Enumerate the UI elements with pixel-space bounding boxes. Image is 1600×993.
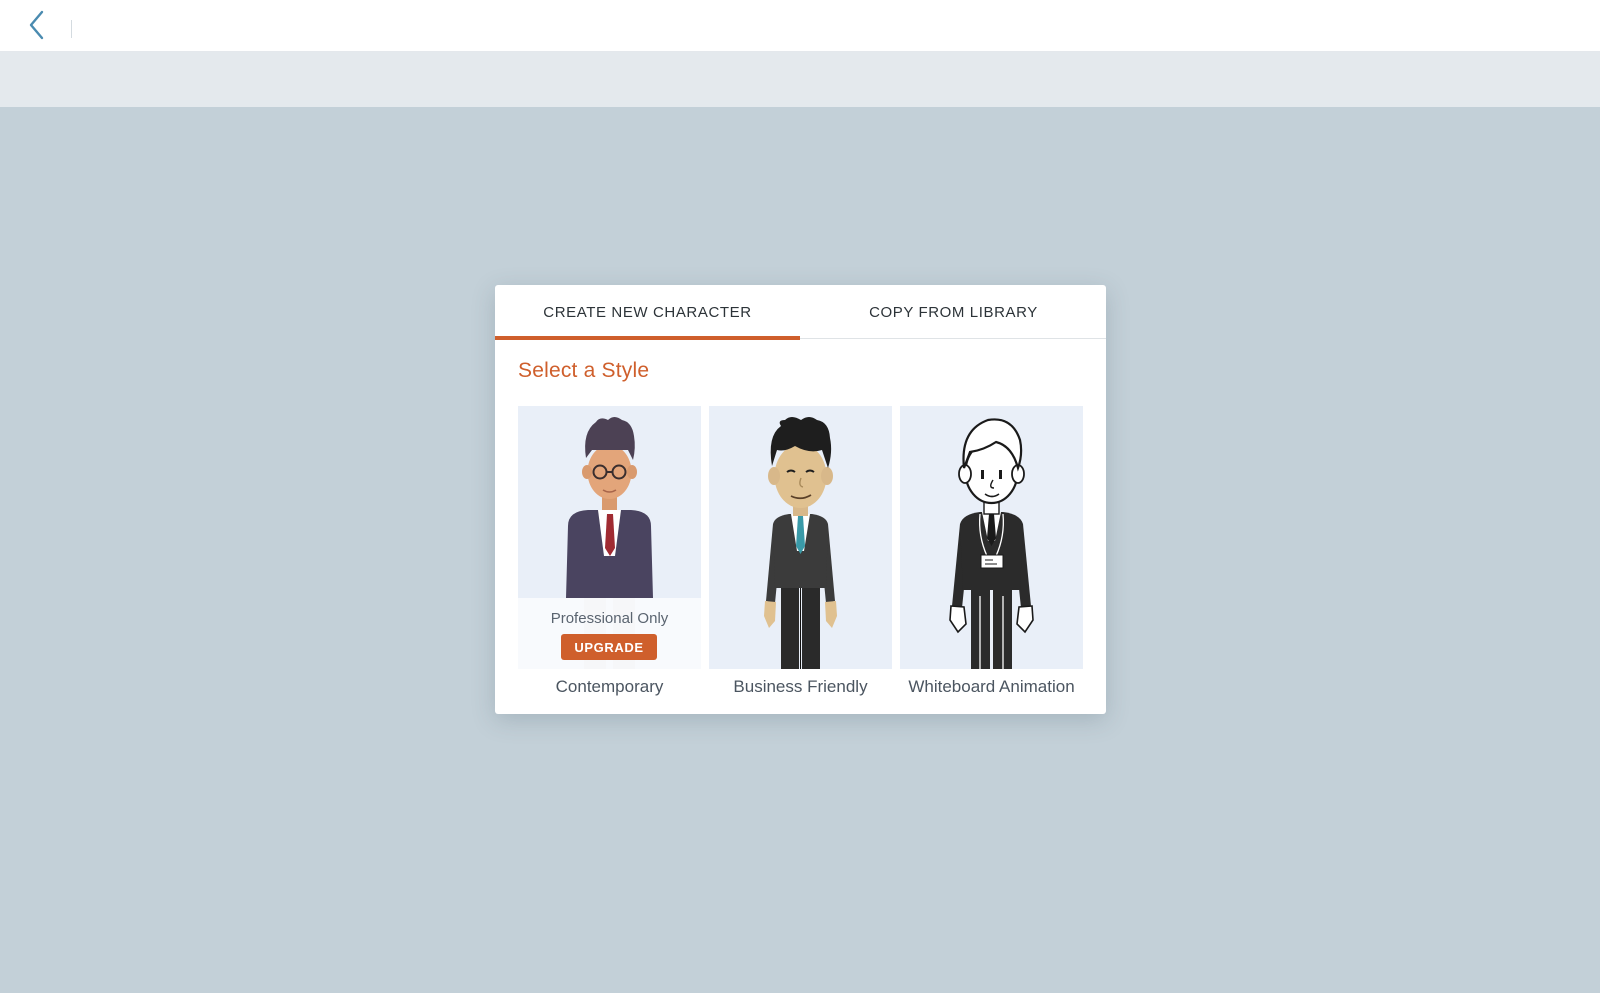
style-label-whiteboard-animation: Whiteboard Animation: [908, 677, 1075, 696]
tab-copy-from-library[interactable]: COPY FROM LIBRARY: [801, 285, 1106, 339]
professional-only-text: Professional Only: [550, 610, 669, 627]
style-card-whiteboard-animation[interactable]: [900, 406, 1083, 669]
tab-create-new-character[interactable]: CREATE NEW CHARACTER: [495, 285, 800, 340]
style-label-contemporary: Contemporary: [555, 677, 664, 696]
topbar-divider: [71, 20, 72, 38]
style-card-business-friendly[interactable]: [709, 406, 892, 669]
style-card-contemporary[interactable]: Professional Only UPGRADE: [518, 406, 701, 669]
upgrade-button[interactable]: UPGRADE: [561, 634, 657, 660]
modal-tabs: CREATE NEW CHARACTER COPY FROM LIBRARY: [495, 285, 1106, 340]
chevron-left-icon: [29, 10, 44, 40]
whiteboard-character-illustration: [949, 418, 1034, 669]
character-modal: CREATE NEW CHARACTER COPY FROM LIBRARY S…: [495, 285, 1106, 714]
top-bar: [0, 0, 1600, 52]
locked-overlay: Professional Only UPGRADE: [518, 598, 701, 669]
business-friendly-character-illustration: [764, 417, 837, 669]
toolbar-strip: [0, 52, 1600, 107]
style-label-business-friendly: Business Friendly: [733, 677, 868, 696]
section-title: Select a Style: [518, 359, 650, 382]
back-button[interactable]: [18, 6, 56, 44]
